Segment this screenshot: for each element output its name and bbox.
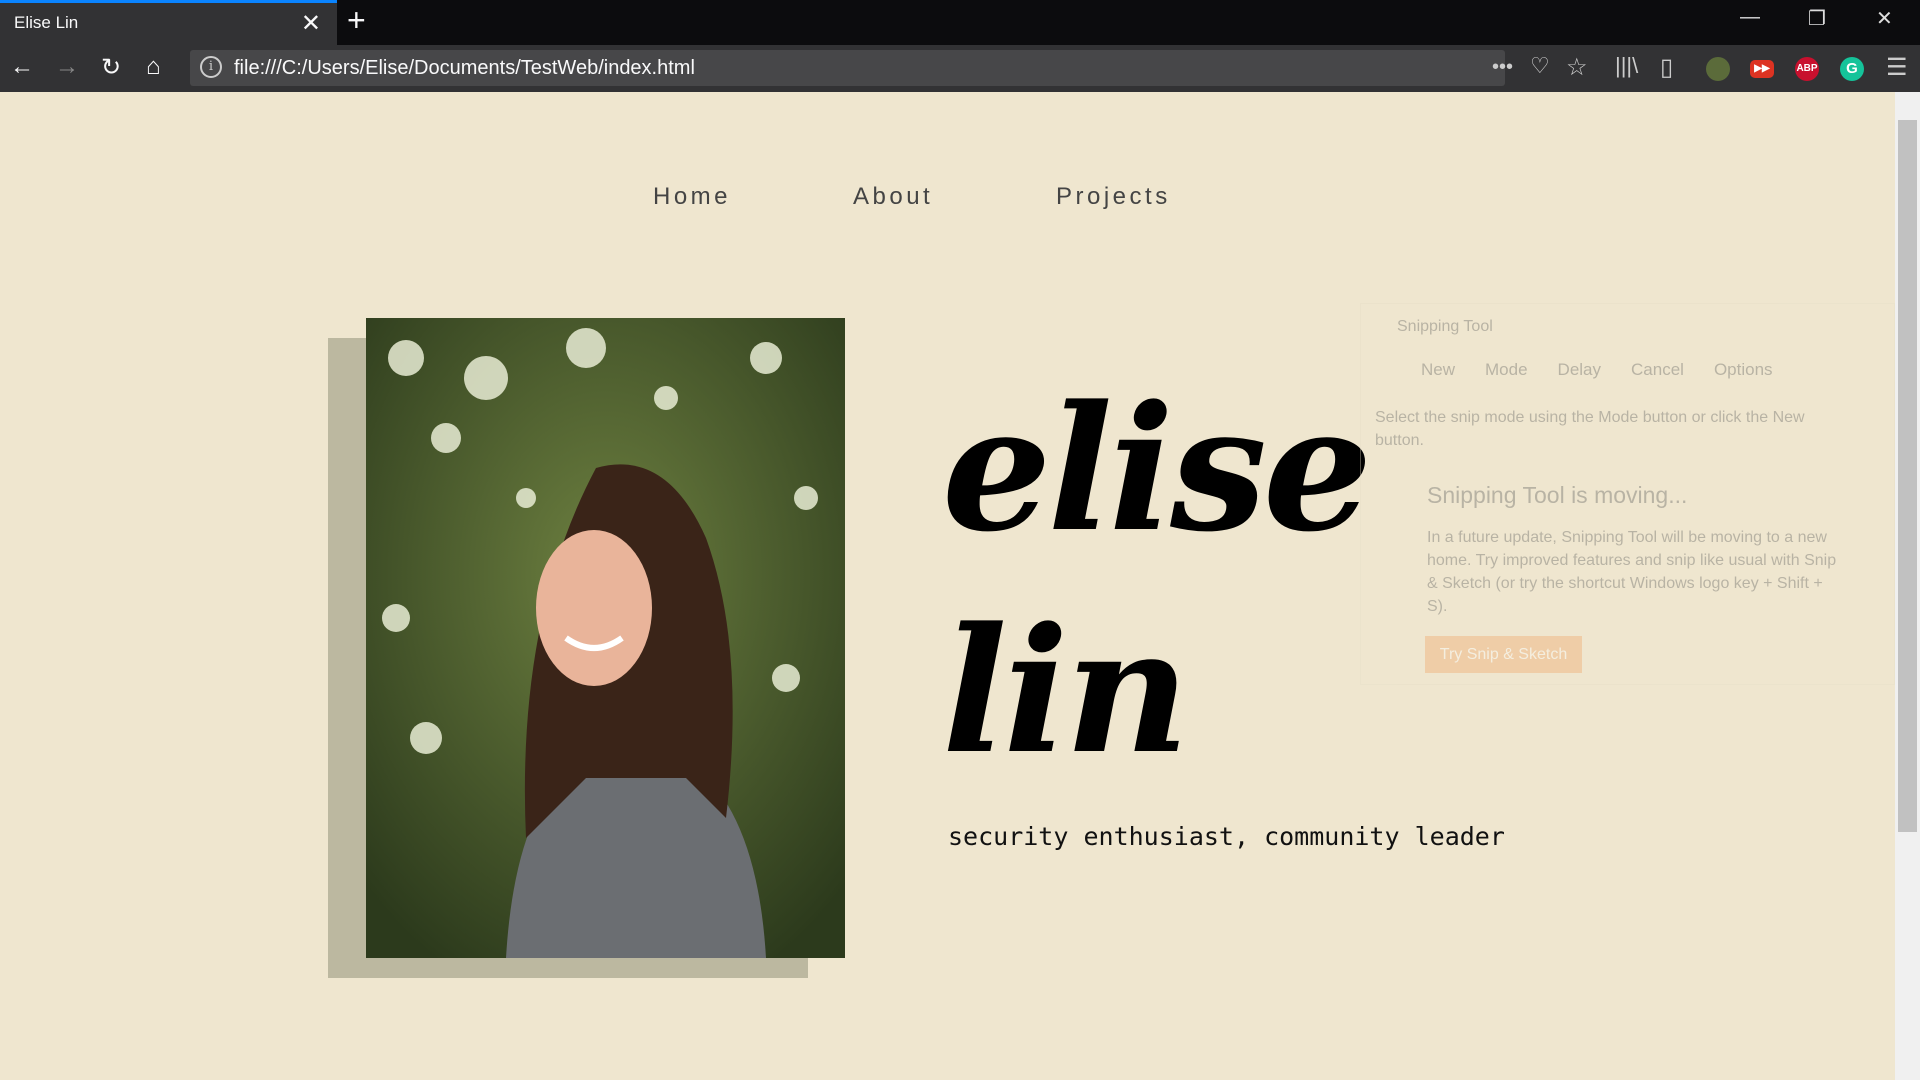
notice-body: In a future update, Snipping Tool will b… bbox=[1427, 529, 1837, 615]
snipping-tool-window[interactable]: Snipping Tool New Mode Delay Cancel Opti… bbox=[1360, 303, 1895, 685]
nav-home[interactable]: Home bbox=[653, 183, 731, 211]
snipping-tool-title: Snipping Tool bbox=[1397, 318, 1493, 335]
try-snip-sketch-button[interactable]: Try Snip & Sketch bbox=[1425, 636, 1582, 673]
bookmark-star-icon[interactable]: ☆ bbox=[1566, 53, 1588, 82]
url-text[interactable]: file:///C:/Users/Elise/Documents/TestWeb… bbox=[234, 57, 695, 80]
site-info-icon[interactable]: i bbox=[200, 56, 222, 78]
back-icon[interactable]: ← bbox=[10, 53, 34, 81]
new-tab-icon[interactable]: + bbox=[347, 2, 366, 39]
menu-icon[interactable]: ☰ bbox=[1886, 53, 1908, 82]
scrollbar-thumb[interactable] bbox=[1898, 120, 1917, 832]
profile-photo bbox=[366, 318, 845, 958]
new-snip-button[interactable]: New bbox=[1421, 360, 1455, 380]
home-icon[interactable]: ⌂ bbox=[146, 53, 161, 81]
address-bar[interactable]: i file:///C:/Users/Elise/Documents/TestW… bbox=[190, 50, 1588, 86]
minimize-icon[interactable]: — bbox=[1740, 6, 1760, 29]
cancel-button[interactable]: Cancel bbox=[1631, 360, 1684, 380]
last-name-heading: lin bbox=[942, 589, 1190, 792]
tagline: security enthusiast, community leader bbox=[948, 822, 1505, 851]
close-tab-icon[interactable]: ✕ bbox=[301, 9, 321, 38]
forward-icon[interactable]: → bbox=[55, 53, 79, 81]
snipping-toolbar: New Mode Delay Cancel Options bbox=[1421, 360, 1773, 380]
library-icon[interactable]: |||\ bbox=[1615, 53, 1638, 79]
video-extension-icon[interactable]: ▶▶ bbox=[1750, 60, 1774, 78]
page-actions-icon[interactable]: ••• bbox=[1492, 56, 1513, 79]
tab-title: Elise Lin bbox=[14, 13, 79, 32]
pocket-icon[interactable]: ♡ bbox=[1530, 53, 1550, 79]
grammarly-icon[interactable]: G bbox=[1840, 57, 1864, 81]
reload-icon[interactable]: ↻ bbox=[101, 53, 121, 82]
nav-projects[interactable]: Projects bbox=[1056, 183, 1171, 211]
restore-icon[interactable]: ❐ bbox=[1808, 6, 1826, 31]
nav-about[interactable]: About bbox=[853, 183, 933, 211]
first-name-heading: elise bbox=[942, 367, 1372, 570]
browser-tab[interactable]: Elise Lin ✕ bbox=[0, 0, 337, 45]
mode-button[interactable]: Mode bbox=[1485, 360, 1528, 380]
tab-bar: Elise Lin ✕ + — ❐ ✕ bbox=[0, 0, 1920, 45]
profile-avatar-icon[interactable] bbox=[1706, 57, 1730, 81]
delay-button[interactable]: Delay bbox=[1558, 360, 1601, 380]
window-close-icon[interactable]: ✕ bbox=[1876, 6, 1893, 31]
adblock-icon[interactable]: ABP bbox=[1795, 57, 1819, 81]
options-button[interactable]: Options bbox=[1714, 360, 1773, 380]
notice-title: Snipping Tool is moving... bbox=[1427, 482, 1688, 508]
sidebar-icon[interactable]: ▯ bbox=[1660, 53, 1673, 82]
snip-instructions: Select the snip mode using the Mode butt… bbox=[1375, 409, 1805, 449]
navigation-toolbar: ← → ↻ ⌂ i file:///C:/Users/Elise/Documen… bbox=[0, 45, 1920, 92]
